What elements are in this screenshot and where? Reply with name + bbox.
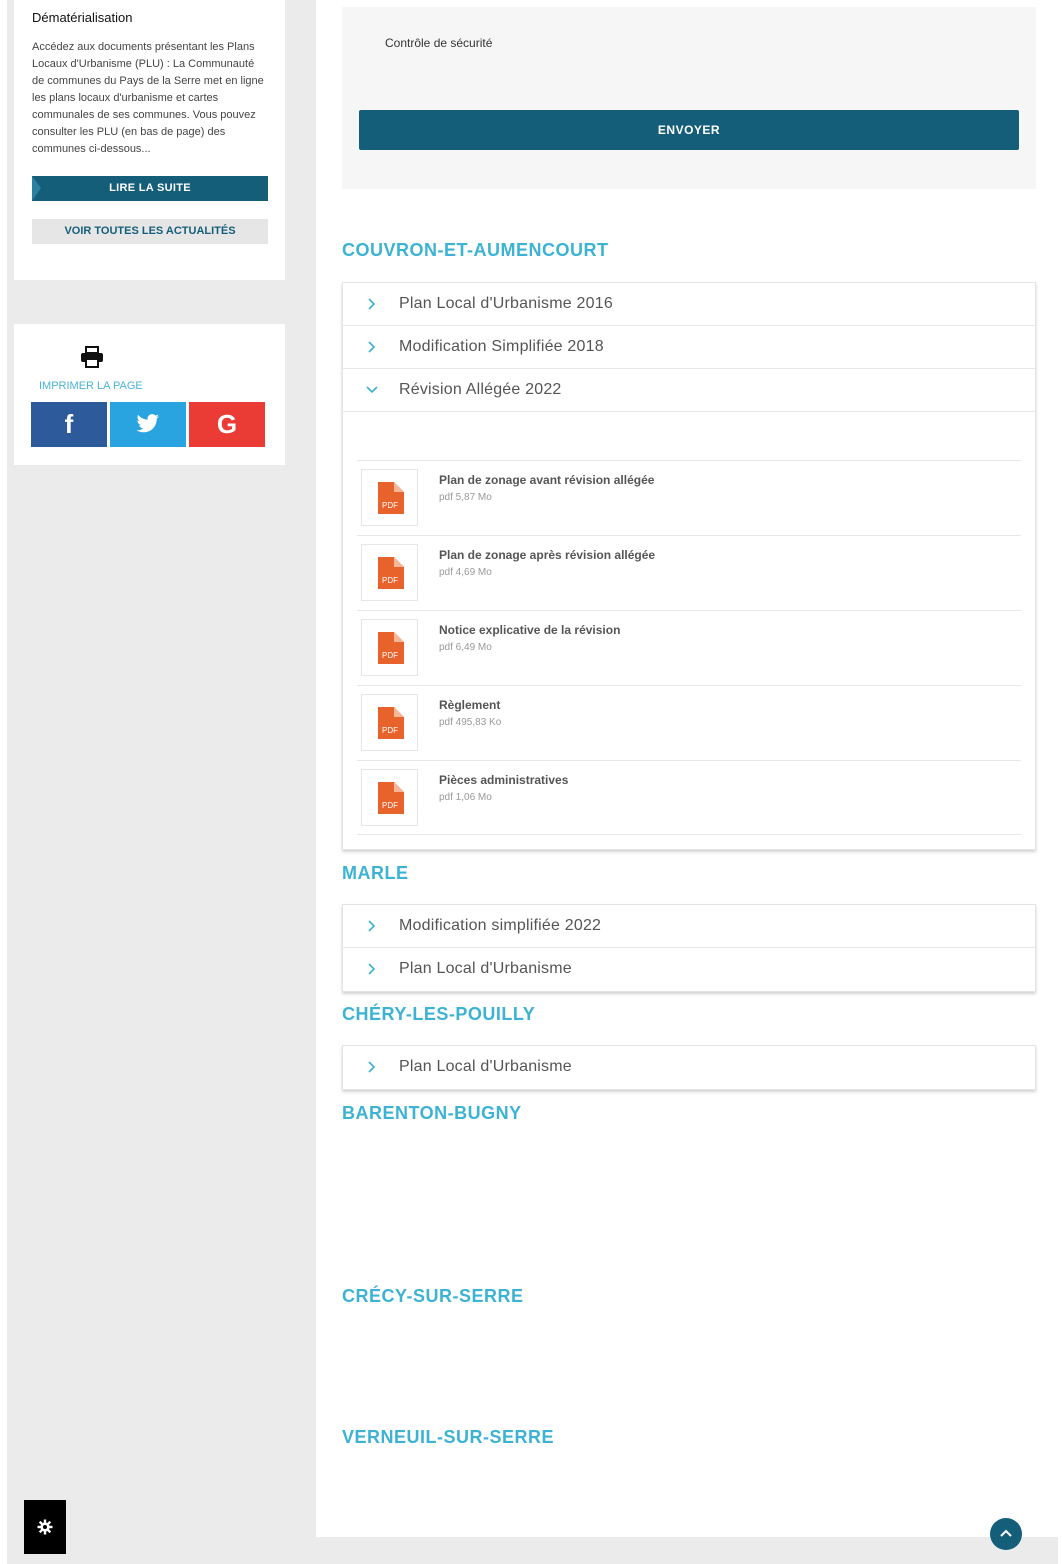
- commune-title-marle: MARLE: [342, 863, 409, 883]
- accordion-item-revision-2022[interactable]: Révision Allégée 2022: [343, 369, 1035, 412]
- accordion-marle: Modification simplifiée 2022 Plan Local …: [342, 904, 1036, 992]
- pdf-file-icon: PDF: [378, 557, 404, 589]
- accordion-item-label: Modification Simplifiée 2018: [399, 338, 604, 355]
- document-title[interactable]: Pièces administratives: [439, 773, 568, 787]
- send-button[interactable]: ENVOYER: [359, 110, 1019, 150]
- document-row[interactable]: PDF Pièces administratives pdf 1,06 Mo: [357, 760, 1021, 835]
- svg-text:PDF: PDF: [382, 651, 398, 660]
- commune-title-barenton: BARENTON-BUGNY: [342, 1103, 522, 1123]
- document-size: pdf 1,06 Mo: [439, 792, 492, 803]
- document-size: pdf 4,69 Mo: [439, 567, 492, 578]
- pdf-thumbnail[interactable]: PDF: [361, 619, 418, 676]
- google-share-button[interactable]: G: [189, 402, 265, 447]
- commune-title-couvron: COUVRON-ET-AUMENCOURT: [342, 240, 609, 260]
- document-title[interactable]: Plan de zonage avant révision allégée: [439, 473, 654, 487]
- pdf-thumbnail[interactable]: PDF: [361, 769, 418, 826]
- accordion-item-plu[interactable]: Plan Local d'Urbanisme: [343, 1046, 1035, 1089]
- document-row[interactable]: PDF Plan de zonage avant révision allégé…: [357, 460, 1021, 535]
- pdf-thumbnail[interactable]: PDF: [361, 544, 418, 601]
- accordion-item-label: Plan Local d'Urbanisme: [399, 1058, 572, 1075]
- svg-text:PDF: PDF: [382, 801, 398, 810]
- share-card: IMPRIMER LA PAGE f G: [14, 324, 285, 465]
- news-card: Dématérialisation Accédez aux documents …: [14, 0, 285, 280]
- accordion-item-modification-2022[interactable]: Modification simplifiée 2022: [343, 905, 1035, 948]
- commune-title-chery: CHÉRY-LES-POUILLY: [342, 1004, 536, 1024]
- chevron-right-icon: [368, 920, 376, 932]
- chevron-right-icon: [368, 1061, 376, 1073]
- gear-icon: [37, 1519, 53, 1535]
- chevron-down-icon: [366, 386, 378, 394]
- svg-text:PDF: PDF: [382, 501, 398, 510]
- chevron-right-icon: [368, 341, 376, 353]
- document-row[interactable]: PDF Notice explicative de la révision pd…: [357, 610, 1021, 685]
- commune-title-verneuil: VERNEUIL-SUR-SERRE: [342, 1427, 555, 1447]
- facebook-share-button[interactable]: f: [31, 402, 107, 447]
- accordion-panel-revision-2022: PDF Plan de zonage avant révision allégé…: [343, 412, 1035, 849]
- document-title[interactable]: Règlement: [439, 698, 500, 712]
- pdf-thumbnail[interactable]: PDF: [361, 694, 418, 751]
- contact-form: Contrôle de sécurité ENVOYER: [342, 7, 1036, 189]
- accordion-item-modification-2018[interactable]: Modification Simplifiée 2018: [343, 326, 1035, 369]
- pdf-file-icon: PDF: [378, 707, 404, 739]
- chevron-right-icon: [368, 963, 376, 975]
- document-size: pdf 495,83 Ko: [439, 717, 502, 728]
- arrow-up-icon: [1000, 1529, 1012, 1537]
- twitter-share-button[interactable]: [110, 402, 186, 447]
- document-row[interactable]: PDF Règlement pdf 495,83 Ko: [357, 685, 1021, 760]
- document-size: pdf 6,49 Mo: [439, 642, 492, 653]
- accordion-item-label: Plan Local d'Urbanisme: [399, 960, 572, 977]
- document-row[interactable]: PDF Plan de zonage après révision allégé…: [357, 535, 1021, 610]
- pdf-file-icon: PDF: [378, 782, 404, 814]
- see-all-news-button[interactable]: VOIR TOUTES LES ACTUALITÉS: [32, 219, 268, 244]
- accordion-item-plu[interactable]: Plan Local d'Urbanisme: [343, 948, 1035, 991]
- accordion-item-label: Modification simplifiée 2022: [399, 917, 602, 934]
- document-size: pdf 5,87 Mo: [439, 492, 492, 503]
- footer-bar: [316, 1537, 1058, 1564]
- accordion-couvron: Plan Local d'Urbanisme 2016 Modification…: [342, 282, 1036, 850]
- pdf-file-icon: PDF: [378, 482, 404, 514]
- accordion-item-label: Plan Local d'Urbanisme 2016: [399, 295, 613, 312]
- settings-button[interactable]: [24, 1500, 66, 1554]
- commune-title-crecy: CRÉCY-SUR-SERRE: [342, 1286, 524, 1306]
- scroll-top-button[interactable]: [990, 1518, 1022, 1550]
- news-title: Dématérialisation: [32, 10, 133, 25]
- chevron-right-icon: [368, 298, 376, 310]
- security-check-label: Contrôle de sécurité: [385, 36, 493, 50]
- accordion-chery: Plan Local d'Urbanisme: [342, 1045, 1036, 1090]
- facebook-icon: f: [64, 409, 74, 439]
- print-page-link[interactable]: IMPRIMER LA PAGE: [39, 380, 143, 392]
- google-icon: G: [216, 409, 238, 439]
- pdf-thumbnail[interactable]: PDF: [361, 469, 418, 526]
- news-excerpt: Accédez aux documents présentant les Pla…: [32, 41, 264, 155]
- svg-text:PDF: PDF: [382, 576, 398, 585]
- svg-text:PDF: PDF: [382, 726, 398, 735]
- pdf-file-icon: PDF: [378, 632, 404, 664]
- accordion-item-plu-2016[interactable]: Plan Local d'Urbanisme 2016: [343, 283, 1035, 326]
- document-title[interactable]: Plan de zonage après révision allégée: [439, 548, 655, 562]
- printer-icon[interactable]: [80, 346, 104, 368]
- document-title[interactable]: Notice explicative de la révision: [439, 623, 620, 637]
- twitter-icon: [136, 414, 159, 433]
- accordion-item-label: Révision Allégée 2022: [399, 381, 562, 398]
- read-more-button[interactable]: LIRE LA SUITE: [32, 176, 268, 201]
